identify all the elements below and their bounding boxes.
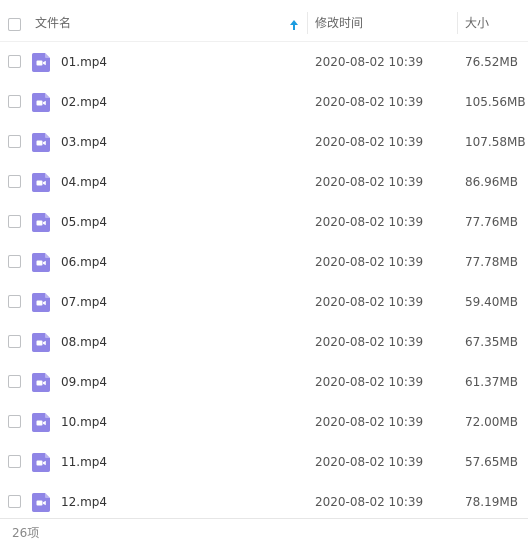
file-modified-time: 2020-08-02 10:39 <box>315 55 424 69</box>
table-row[interactable]: 11.mp4 2020-08-02 10:39 57.65MB <box>0 442 528 482</box>
arrow-up-icon[interactable] <box>289 19 299 31</box>
file-size: 77.76MB <box>465 215 518 229</box>
video-file-icon <box>32 453 50 472</box>
column-divider[interactable] <box>307 12 308 34</box>
file-name[interactable]: 04.mp4 <box>61 162 107 202</box>
file-size: 57.65MB <box>465 455 518 469</box>
file-modified-time: 2020-08-02 10:39 <box>315 375 424 389</box>
table-row[interactable]: 06.mp4 2020-08-02 10:39 77.78MB <box>0 242 528 282</box>
file-modified-time: 2020-08-02 10:39 <box>315 495 424 509</box>
table-row[interactable]: 01.mp4 2020-08-02 10:39 76.52MB <box>0 42 528 82</box>
file-size: 86.96MB <box>465 175 518 189</box>
file-modified-time: 2020-08-02 10:39 <box>315 415 424 429</box>
file-modified-time: 2020-08-02 10:39 <box>315 295 424 309</box>
file-size: 107.58MB <box>465 135 526 149</box>
video-file-icon <box>32 93 50 112</box>
video-file-icon <box>32 253 50 272</box>
video-file-icon <box>32 493 50 512</box>
video-file-icon <box>32 173 50 192</box>
file-size: 76.52MB <box>465 55 518 69</box>
file-size: 77.78MB <box>465 255 518 269</box>
column-header-time[interactable]: 修改时间 <box>315 6 363 40</box>
table-row[interactable]: 12.mp4 2020-08-02 10:39 78.19MB <box>0 482 528 522</box>
file-name[interactable]: 11.mp4 <box>61 442 107 482</box>
file-modified-time: 2020-08-02 10:39 <box>315 175 424 189</box>
table-row[interactable]: 03.mp4 2020-08-02 10:39 107.58MB <box>0 122 528 162</box>
column-header-size[interactable]: 大小 <box>465 6 489 40</box>
video-file-icon <box>32 373 50 392</box>
file-modified-time: 2020-08-02 10:39 <box>315 215 424 229</box>
list-header: 文件名 修改时间 大小 <box>0 6 528 42</box>
file-size: 72.00MB <box>465 415 518 429</box>
column-header-name[interactable]: 文件名 <box>35 6 71 40</box>
file-modified-time: 2020-08-02 10:39 <box>315 255 424 269</box>
file-name[interactable]: 01.mp4 <box>61 42 107 82</box>
select-all-checkbox[interactable] <box>8 18 21 31</box>
table-row[interactable]: 10.mp4 2020-08-02 10:39 72.00MB <box>0 402 528 442</box>
row-checkbox[interactable] <box>8 495 21 508</box>
file-name[interactable]: 10.mp4 <box>61 402 107 442</box>
file-name[interactable]: 12.mp4 <box>61 482 107 522</box>
row-checkbox[interactable] <box>8 295 21 308</box>
row-checkbox[interactable] <box>8 55 21 68</box>
row-checkbox[interactable] <box>8 335 21 348</box>
file-name[interactable]: 05.mp4 <box>61 202 107 242</box>
file-modified-time: 2020-08-02 10:39 <box>315 135 424 149</box>
row-checkbox[interactable] <box>8 375 21 388</box>
row-checkbox[interactable] <box>8 215 21 228</box>
file-name[interactable]: 09.mp4 <box>61 362 107 402</box>
row-checkbox[interactable] <box>8 175 21 188</box>
table-row[interactable]: 02.mp4 2020-08-02 10:39 105.56MB <box>0 82 528 122</box>
table-row[interactable]: 05.mp4 2020-08-02 10:39 77.76MB <box>0 202 528 242</box>
file-modified-time: 2020-08-02 10:39 <box>315 335 424 349</box>
file-name[interactable]: 02.mp4 <box>61 82 107 122</box>
item-count: 26项 <box>12 526 40 540</box>
file-name[interactable]: 07.mp4 <box>61 282 107 322</box>
video-file-icon <box>32 413 50 432</box>
file-size: 67.35MB <box>465 335 518 349</box>
list-footer: 26项 <box>0 518 528 546</box>
table-row[interactable]: 09.mp4 2020-08-02 10:39 61.37MB <box>0 362 528 402</box>
file-modified-time: 2020-08-02 10:39 <box>315 95 424 109</box>
table-row[interactable]: 04.mp4 2020-08-02 10:39 86.96MB <box>0 162 528 202</box>
file-list: 文件名 修改时间 大小 01.mp4 2020-08-02 10:39 76.52M… <box>0 0 528 546</box>
video-file-icon <box>32 293 50 312</box>
file-name[interactable]: 06.mp4 <box>61 242 107 282</box>
video-file-icon <box>32 333 50 352</box>
file-name[interactable]: 03.mp4 <box>61 122 107 162</box>
file-modified-time: 2020-08-02 10:39 <box>315 455 424 469</box>
video-file-icon <box>32 133 50 152</box>
table-row[interactable]: 07.mp4 2020-08-02 10:39 59.40MB <box>0 282 528 322</box>
file-size: 78.19MB <box>465 495 518 509</box>
column-divider[interactable] <box>457 12 458 34</box>
file-size: 59.40MB <box>465 295 518 309</box>
row-checkbox[interactable] <box>8 415 21 428</box>
row-checkbox[interactable] <box>8 135 21 148</box>
file-size: 61.37MB <box>465 375 518 389</box>
video-file-icon <box>32 213 50 232</box>
row-checkbox[interactable] <box>8 455 21 468</box>
row-checkbox[interactable] <box>8 95 21 108</box>
row-checkbox[interactable] <box>8 255 21 268</box>
video-file-icon <box>32 53 50 72</box>
file-size: 105.56MB <box>465 95 526 109</box>
file-name[interactable]: 08.mp4 <box>61 322 107 362</box>
table-row[interactable]: 08.mp4 2020-08-02 10:39 67.35MB <box>0 322 528 362</box>
